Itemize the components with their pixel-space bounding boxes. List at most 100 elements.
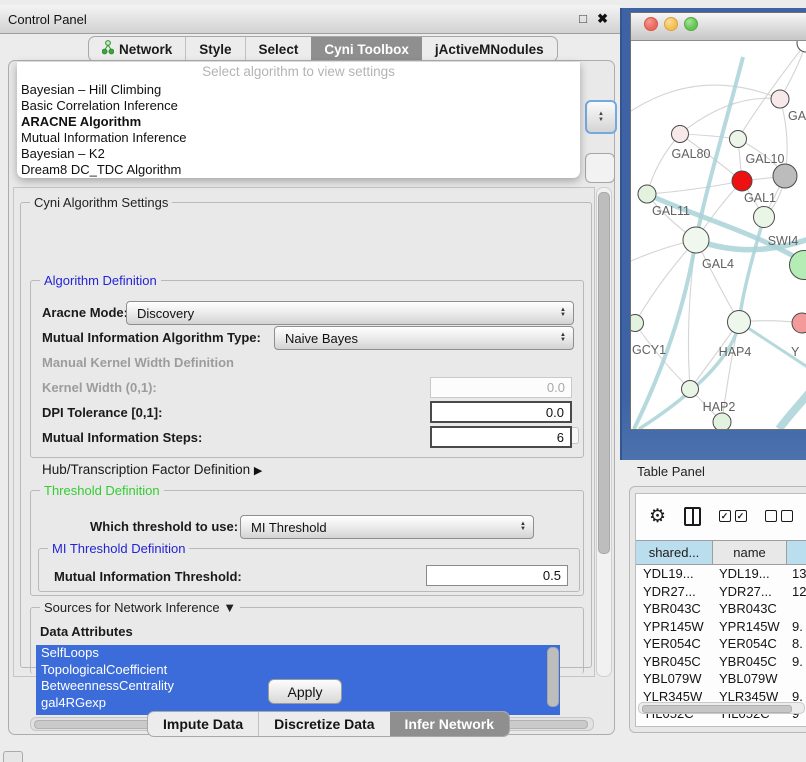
- mac-minimize-icon[interactable]: [664, 17, 678, 31]
- tab-style[interactable]: Style: [185, 37, 244, 61]
- manual-kernel-width-label: Manual Kernel Width Definition: [42, 355, 234, 370]
- mi-algorithm-type-combobox[interactable]: Naive Bayes ▲▼: [274, 326, 574, 350]
- control-panel-title: Control Panel: [8, 12, 87, 27]
- dpi-tolerance-field[interactable]: 0.0: [430, 401, 572, 423]
- threshold-definition-title: Threshold Definition: [40, 483, 164, 498]
- tab-jactivemnodules[interactable]: jActiveMNodules: [422, 37, 557, 61]
- bottom-tab-discretize-data[interactable]: Discretize Data: [258, 712, 389, 736]
- gear-icon[interactable]: ⚙: [649, 505, 666, 528]
- data-attributes-label: Data Attributes: [40, 624, 133, 639]
- table-row[interactable]: YBR045CYBR045C9.: [636, 653, 806, 671]
- algorithm-item-aracne-algorithm[interactable]: ARACNE Algorithm: [17, 114, 580, 130]
- algorithm-item-mutual-information-inference[interactable]: Mutual Information Inference: [17, 130, 580, 146]
- spinner-arrows-icon: ▲▼: [560, 333, 566, 344]
- network-edge[interactable]: [647, 181, 742, 194]
- column-header-name[interactable]: name: [713, 541, 787, 564]
- tab-cyni-toolbox[interactable]: Cyni Toolbox: [311, 37, 422, 61]
- node-label-hap4: HAP4: [719, 345, 752, 359]
- node-small-green[interactable]: [730, 131, 747, 148]
- split-columns-icon[interactable]: [684, 507, 700, 526]
- node-gal7[interactable]: [771, 90, 789, 108]
- mac-zoom-icon[interactable]: [684, 17, 698, 31]
- mi-threshold-field[interactable]: 0.5: [426, 565, 568, 586]
- node-label-y: Y: [791, 345, 800, 359]
- cyni-algorithm-settings-title: Cyni Algorithm Settings: [30, 195, 172, 210]
- node-hap4[interactable]: [728, 311, 751, 334]
- mac-close-icon[interactable]: [644, 17, 658, 31]
- control-panel-titlebar: Control Panel □ ✖: [0, 5, 620, 34]
- dpi-tolerance-label: DPI Tolerance [0,1]:: [42, 405, 162, 420]
- app-root: Control Panel □ ✖ NetworkStyleSelectCyni…: [0, 0, 806, 762]
- node-gal4[interactable]: [683, 227, 709, 253]
- node-red[interactable]: [732, 171, 752, 191]
- node-label-hap2: HAP2: [703, 400, 736, 414]
- list-vertical-scrollbar[interactable]: [547, 647, 559, 707]
- tab-select[interactable]: Select: [245, 37, 312, 61]
- table-row[interactable]: YDR27...YDR27...12: [636, 583, 806, 601]
- attribute-item-topologicalcoefficient[interactable]: TopologicalCoefficient: [36, 662, 560, 679]
- node-salmon[interactable]: [792, 313, 806, 333]
- mi-steps-field[interactable]: 6: [430, 426, 572, 448]
- hub-definition-toggle[interactable]: Hub/Transcription Factor Definition ▶: [42, 462, 262, 477]
- tab-network[interactable]: Network: [89, 37, 185, 61]
- table-panel-toolbar: ⚙ ✓✓: [636, 494, 806, 538]
- mi-steps-label: Mutual Information Steps:: [42, 430, 202, 445]
- network-edge[interactable]: [696, 240, 739, 322]
- algorithm-popup-items: Bayesian – Hill ClimbingBasic Correlatio…: [17, 82, 580, 178]
- algorithm-item-basic-correlation-inference[interactable]: Basic Correlation Inference: [17, 98, 580, 114]
- table-row[interactable]: YER054CYER054C8.: [636, 635, 806, 653]
- settings-viewport: Cyni Algorithm Settings Algorithm Defini…: [13, 187, 595, 677]
- node-gal11[interactable]: [638, 185, 656, 203]
- algorithm-item-bayesian-hill-climbing[interactable]: Bayesian – Hill Climbing: [17, 82, 580, 98]
- network-edge[interactable]: [647, 134, 680, 194]
- network-edge[interactable]: [631, 85, 780, 111]
- mi-algorithm-type-label: Mutual Information Algorithm Type:: [42, 330, 261, 345]
- control-panel-tabbar: NetworkStyleSelectCyni ToolboxjActiveMNo…: [88, 36, 558, 62]
- column-header-partial[interactable]: [787, 541, 806, 564]
- close-icon[interactable]: ✖: [597, 11, 608, 27]
- which-threshold-label: Which threshold to use:: [90, 519, 238, 534]
- column-header-shared-name[interactable]: shared...: [636, 541, 713, 564]
- algorithm-popup: Select algorithm to view settings Bayesi…: [17, 62, 580, 178]
- node-gal10-gray[interactable]: [773, 164, 797, 188]
- aracne-mode-label: Aracne Mode:: [42, 305, 128, 320]
- table-row[interactable]: YPR145WYPR145W9.: [636, 618, 806, 636]
- table-row[interactable]: YBL079WYBL079W: [636, 670, 806, 688]
- aracne-mode-combobox[interactable]: Discovery ▲▼: [126, 301, 574, 325]
- node-hap2[interactable]: [682, 381, 699, 398]
- node-top-white[interactable]: [797, 41, 806, 52]
- float-icon[interactable]: □: [579, 11, 587, 26]
- network-canvas[interactable]: GALGAL80GAL10GAL1GAL11SWI4GAL4GCY1HAP4YH…: [631, 41, 806, 429]
- table-panel-inner: ⚙ ✓✓ shared... name YDL19...YDL19...13YD…: [635, 493, 806, 727]
- algorithm-item-dream8-dc-tdc-algorithm[interactable]: Dream8 DC_TDC Algorithm: [17, 162, 580, 178]
- which-threshold-combobox[interactable]: MI Threshold ▲▼: [240, 515, 534, 539]
- inference-algorithm-spinner-fragment[interactable]: ▲▼: [585, 100, 617, 134]
- bottom-tab-infer-network[interactable]: Infer Network: [390, 712, 509, 736]
- network-window-titlebar[interactable]: [631, 13, 806, 41]
- apply-button[interactable]: Apply: [268, 679, 342, 704]
- network-edge[interactable]: [738, 43, 806, 139]
- table-row[interactable]: YBR043CYBR043C: [636, 600, 806, 618]
- unchecked-pair-icon[interactable]: [765, 510, 793, 522]
- kernel-width-label: Kernel Width (0,1):: [42, 380, 157, 395]
- node-label-gal10: GAL10: [746, 152, 785, 166]
- bottom-tab-impute-data[interactable]: Impute Data: [148, 712, 258, 736]
- spinner-arrows-icon: ▲▼: [520, 522, 526, 533]
- kernel-width-field[interactable]: 0.0: [430, 377, 572, 398]
- sources-title[interactable]: Sources for Network Inference ▼: [40, 600, 240, 615]
- algorithm-item-bayesian-k2[interactable]: Bayesian – K2: [17, 146, 580, 162]
- node-gal80[interactable]: [672, 126, 689, 143]
- node-gal1[interactable]: [754, 207, 775, 228]
- mi-threshold-definition-title: MI Threshold Definition: [48, 541, 189, 556]
- node-table: shared... name YDL19...YDL19...13YDR27..…: [636, 540, 806, 723]
- network-field-fragment: [585, 153, 615, 183]
- which-threshold-value: MI Threshold: [251, 520, 520, 535]
- table-horizontal-scrollbar[interactable]: [638, 702, 805, 714]
- table-row[interactable]: YDL19...YDL19...13: [636, 565, 806, 583]
- attribute-item-selfloops[interactable]: SelfLoops: [36, 645, 560, 662]
- network-edge[interactable]: [779, 393, 806, 429]
- node-gcy1[interactable]: [631, 315, 644, 332]
- checked-pair-icon[interactable]: ✓✓: [719, 510, 747, 522]
- settings-vertical-scrollbar[interactable]: [596, 187, 612, 677]
- node-bottom-green[interactable]: [713, 413, 731, 429]
